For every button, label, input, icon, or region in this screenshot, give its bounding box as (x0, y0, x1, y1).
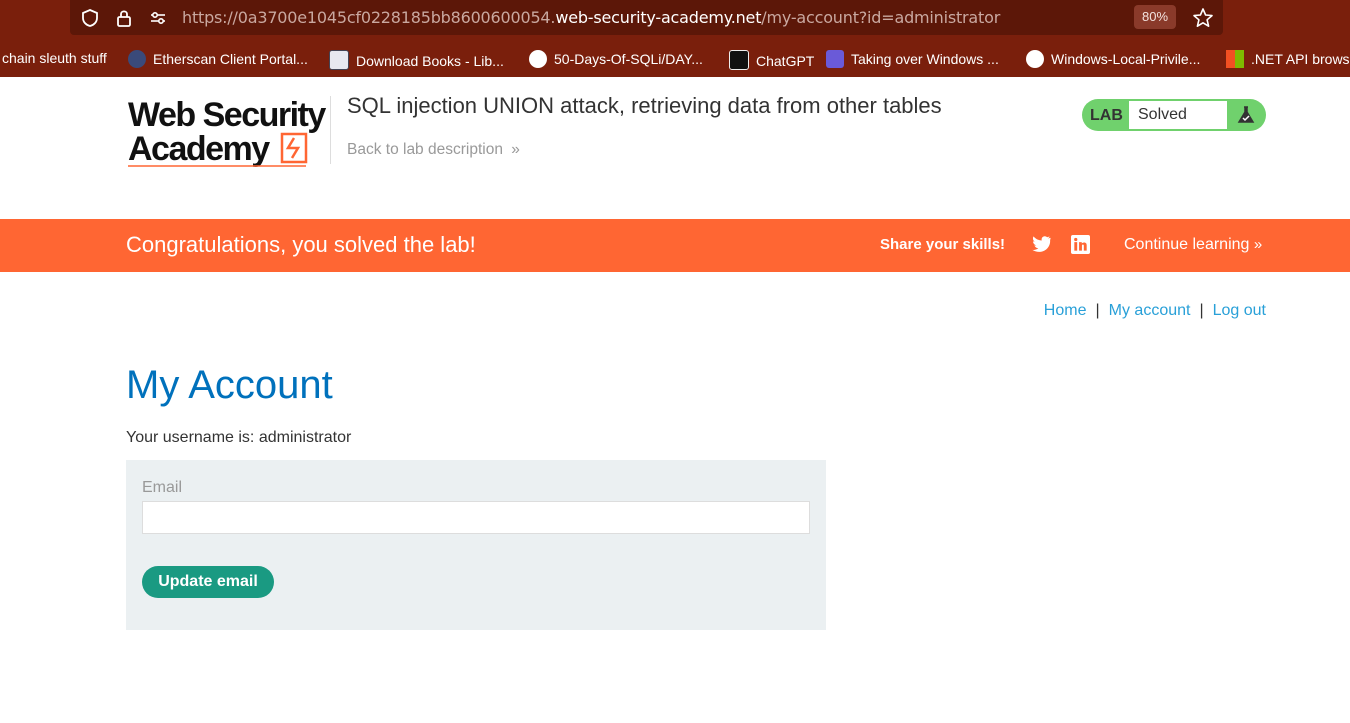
bookmark-item[interactable]: Taking over Windows ... (826, 50, 999, 68)
chatgpt-icon (729, 50, 749, 70)
bookmark-item[interactable]: .NET API brows (1226, 50, 1350, 68)
bookmark-item[interactable]: Etherscan Client Portal... (128, 50, 308, 68)
congrats-text: Congratulations, you solved the lab! (126, 232, 476, 257)
bookmark-item[interactable]: Download Books - Lib... (329, 50, 504, 70)
update-email-button[interactable]: Update email (142, 566, 274, 598)
etherscan-icon (128, 50, 146, 68)
nav-my-account-link[interactable]: My account (1109, 302, 1191, 319)
bookmark-item[interactable]: chain sleuth stuff (2, 50, 107, 66)
nav-logout-link[interactable]: Log out (1213, 302, 1266, 319)
bookmark-label: Download Books - Lib... (356, 53, 504, 69)
continue-learning-link[interactable]: Continue learning » (1124, 236, 1262, 254)
header-divider (330, 96, 331, 164)
lab-status: Solved (1129, 101, 1227, 129)
account-nav: Home | My account | Log out (1044, 302, 1266, 320)
share-label: Share your skills! (880, 236, 1006, 253)
twitter-icon[interactable] (1031, 235, 1051, 253)
shield-icon[interactable] (80, 8, 100, 28)
bookmark-label: Windows-Local-Privile... (1051, 51, 1201, 67)
bookmark-label: .NET API brows (1251, 51, 1350, 67)
lab-label: LAB (1090, 107, 1123, 124)
chevron-right-icon: » (511, 141, 520, 158)
nav-separator: | (1095, 302, 1100, 319)
logo-line1: Web Security (128, 96, 326, 134)
url-text[interactable]: https://0a3700e1045cf0228185bb8600600054… (182, 8, 1000, 27)
bookmark-item[interactable]: Windows-Local-Privile... (1026, 50, 1200, 68)
update-email-form: Email Update email (126, 460, 826, 630)
lock-icon[interactable] (114, 8, 134, 28)
bookmark-label: Etherscan Client Portal... (153, 51, 308, 67)
back-link-label: Back to lab description (347, 141, 503, 158)
github-icon (1026, 50, 1044, 68)
continue-label: Continue learning (1124, 236, 1250, 253)
lab-status-badge: LAB Solved (1082, 99, 1266, 131)
bookmark-item[interactable]: ChatGPT (729, 50, 814, 70)
microsoft-icon (1226, 50, 1244, 68)
zoom-indicator[interactable]: 80% (1134, 5, 1176, 29)
permissions-icon[interactable] (148, 8, 168, 28)
logo-line2: Academy (128, 130, 270, 168)
ri-icon (826, 50, 844, 68)
page-title: My Account (126, 363, 333, 407)
chevron-right-icon: » (1253, 236, 1263, 253)
email-label: Email (142, 479, 183, 496)
url-domain: web-security-academy.net (555, 8, 762, 27)
back-to-description-link[interactable]: Back to lab description » (347, 141, 520, 159)
solved-banner: Congratulations, you solved the lab! Sha… (0, 219, 1350, 272)
linkedin-icon[interactable] (1071, 235, 1090, 254)
nav-home-link[interactable]: Home (1044, 302, 1087, 319)
star-icon[interactable] (1192, 7, 1214, 29)
github-icon (529, 50, 547, 68)
bookmarks-bar: chain sleuth stuff Etherscan Client Port… (0, 44, 1350, 74)
address-bar[interactable]: https://0a3700e1045cf0228185bb8600600054… (70, 0, 1223, 35)
bookmark-label: chain sleuth stuff (2, 50, 107, 66)
web-security-academy-logo[interactable]: Web Security Academy (128, 96, 328, 168)
bookmark-label: Taking over Windows ... (851, 51, 999, 67)
url-prefix: https://0a3700e1045cf0228185bb8600600054… (182, 8, 556, 27)
flask-icon (1237, 106, 1255, 123)
bookmark-label: 50-Days-Of-SQLi/DAY... (554, 51, 703, 67)
bookmark-label: ChatGPT (756, 53, 815, 69)
bookmark-item[interactable]: 50-Days-Of-SQLi/DAY... (529, 50, 703, 68)
username-text: Your username is: administrator (126, 429, 352, 446)
email-field[interactable] (142, 501, 810, 534)
nav-separator: | (1199, 302, 1204, 319)
browser-chrome: https://0a3700e1045cf0228185bb8600600054… (0, 0, 1350, 77)
book-icon (329, 50, 349, 70)
url-path: /my-account?id=administrator (761, 8, 1001, 27)
lab-title: SQL injection UNION attack, retrieving d… (347, 93, 942, 118)
